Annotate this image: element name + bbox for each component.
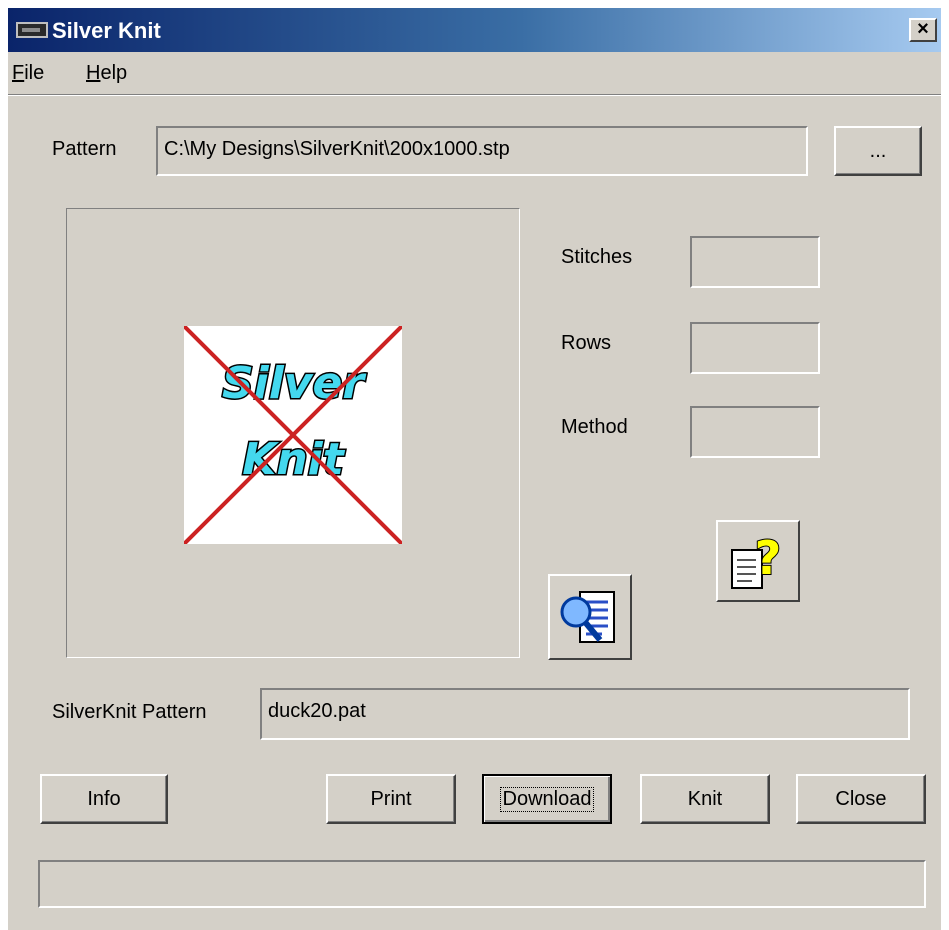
stitches-label: Stitches xyxy=(561,246,633,268)
svg-text:?: ? xyxy=(755,531,782,585)
pattern-label: Pattern xyxy=(52,138,117,160)
download-button[interactable]: Download xyxy=(482,774,612,824)
method-label: Method xyxy=(561,416,628,438)
window-close-button[interactable]: × xyxy=(909,18,937,42)
menu-help[interactable]: Help xyxy=(86,62,127,85)
menu-file-rest: ile xyxy=(24,62,45,84)
menu-help-rest: elp xyxy=(100,62,128,84)
silverknit-logo-placeholder: Silver Knit xyxy=(184,326,402,544)
menu-help-mnemonic: H xyxy=(86,62,101,84)
help-document-button[interactable]: ? xyxy=(716,520,800,602)
menu-separator xyxy=(8,94,941,96)
info-button[interactable]: Info xyxy=(40,774,168,824)
browse-button[interactable]: ... xyxy=(834,126,922,176)
app-icon xyxy=(16,22,48,38)
silverknit-pattern-field[interactable]: duck20.pat xyxy=(260,688,910,740)
document-magnifier-icon xyxy=(560,591,615,643)
menu-file[interactable]: File xyxy=(12,62,44,85)
title-bar[interactable]: Silver Knit × xyxy=(8,8,941,52)
menu-file-mnemonic: F xyxy=(12,62,25,84)
pattern-path-field[interactable]: C:\My Designs\SilverKnit\200x1000.stp xyxy=(156,126,808,176)
rows-label: Rows xyxy=(561,332,612,354)
knit-button[interactable]: Knit xyxy=(640,774,770,824)
document-question-icon: ? xyxy=(731,530,782,589)
menu-bar: File Help xyxy=(8,56,941,94)
stitches-field[interactable] xyxy=(690,236,820,288)
status-bar xyxy=(38,860,926,908)
download-button-label: Download xyxy=(499,786,595,812)
logo-text-knit: Knit xyxy=(242,434,346,485)
method-field[interactable] xyxy=(690,406,820,458)
preview-document-button[interactable] xyxy=(548,574,632,660)
rows-field[interactable] xyxy=(690,322,820,374)
silver-knit-window: Silver Knit × File Help Pattern C:\My De… xyxy=(8,8,941,930)
window-title: Silver Knit xyxy=(52,18,161,43)
close-button[interactable]: Close xyxy=(796,774,926,824)
broken-logo-image: Silver Knit xyxy=(184,326,402,544)
silverknit-pattern-label: SilverKnit Pattern xyxy=(52,701,207,723)
print-button[interactable]: Print xyxy=(326,774,456,824)
